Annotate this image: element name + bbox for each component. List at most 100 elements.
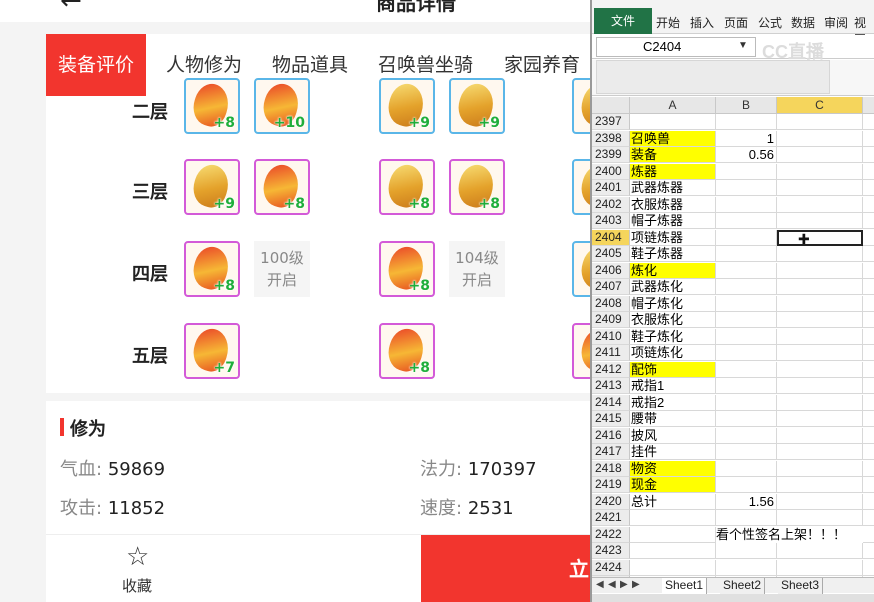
cell-b[interactable] <box>716 543 777 559</box>
gem-item[interactable]: +8 <box>379 323 435 379</box>
cell-a[interactable]: 召唤兽 <box>630 130 716 147</box>
row-number[interactable]: 2411 <box>592 345 630 361</box>
cell-a[interactable]: 总计 <box>630 493 716 510</box>
cell-c[interactable] <box>777 180 863 196</box>
cell-b[interactable] <box>716 114 777 130</box>
cell-c[interactable] <box>777 493 863 510</box>
cell-d[interactable] <box>863 131 874 147</box>
cell-a[interactable] <box>630 543 716 559</box>
cell-a[interactable]: 戒指2 <box>630 394 716 411</box>
gem-item-clipped[interactable] <box>572 241 590 297</box>
sheet-row[interactable]: 2421 <box>592 510 874 526</box>
cell-c[interactable] <box>777 378 863 394</box>
gem-item[interactable]: +8 <box>379 241 435 297</box>
gem-item-clipped[interactable] <box>572 78 590 134</box>
cell-c[interactable] <box>777 262 863 279</box>
cell-d[interactable] <box>863 395 874 411</box>
gem-item[interactable]: +8 <box>184 78 240 134</box>
cell-a[interactable]: 衣服炼器 <box>630 196 716 213</box>
cell-c[interactable] <box>777 361 863 378</box>
chevron-down-icon[interactable]: ▼ <box>738 40 748 51</box>
sheet-row[interactable]: 2412 配饰 <box>592 361 874 378</box>
cell-a[interactable]: 衣服炼化 <box>630 312 716 328</box>
row-number[interactable]: 2402 <box>592 196 630 213</box>
cell-d[interactable] <box>863 312 874 328</box>
tab-home[interactable]: 家园养育 <box>504 34 580 96</box>
row-number[interactable]: 2414 <box>592 394 630 411</box>
formula-input[interactable] <box>596 60 830 94</box>
sheet-tab-3[interactable]: Sheet3 <box>778 578 824 594</box>
cell-c[interactable] <box>777 411 863 427</box>
sheet-row[interactable]: 2417 挂件 <box>592 444 874 460</box>
cell-b[interactable] <box>716 196 777 213</box>
sheet-row[interactable]: 2399 装备 0.56 <box>592 147 874 163</box>
cell-d[interactable] <box>863 527 874 543</box>
cell-b[interactable]: 1.56 <box>716 493 777 510</box>
cell-a[interactable]: 帽子炼化 <box>630 295 716 312</box>
cell-b[interactable] <box>716 312 777 328</box>
gem-item-clipped[interactable] <box>572 323 590 379</box>
sheet-row[interactable]: 2422 看个性签名上架！！！ <box>592 526 874 543</box>
cell-b[interactable] <box>716 427 777 444</box>
cell-a[interactable]: 项链炼器 <box>630 229 716 246</box>
row-number[interactable]: 2403 <box>592 213 630 229</box>
cell-d[interactable] <box>863 114 874 130</box>
row-number[interactable]: 2409 <box>592 312 630 328</box>
cell-b[interactable] <box>716 378 777 394</box>
cell-a[interactable]: 武器炼器 <box>630 180 716 196</box>
sheet-row[interactable]: 2413 戒指1 <box>592 378 874 394</box>
first-sheet-icon[interactable]: ◀ <box>596 579 604 590</box>
cell-a[interactable]: 物资 <box>630 460 716 477</box>
name-box[interactable]: C2404 <box>596 37 756 57</box>
cell-c[interactable] <box>777 460 863 477</box>
cell-d[interactable] <box>863 510 874 526</box>
row-number[interactable]: 2422 <box>592 526 630 543</box>
cell-d[interactable] <box>863 477 874 493</box>
row-number[interactable]: 2404 <box>592 229 630 246</box>
last-sheet-icon[interactable]: ▶ <box>632 579 640 590</box>
cell-b[interactable] <box>716 295 777 312</box>
sheet-row[interactable]: 2402 衣服炼器 <box>592 196 874 213</box>
row-number[interactable]: 2397 <box>592 114 630 130</box>
gem-item[interactable]: +9 <box>449 78 505 134</box>
cell-c[interactable] <box>777 345 863 361</box>
column-header-b[interactable]: B <box>716 97 777 114</box>
sheet-row[interactable]: 2423 <box>592 543 874 559</box>
cell-a[interactable]: 炼器 <box>630 163 716 180</box>
ribbon-tab-insert[interactable]: 插入 <box>690 14 714 31</box>
cell-d[interactable] <box>863 543 874 559</box>
row-number[interactable]: 2421 <box>592 510 630 526</box>
cell-b[interactable] <box>716 510 777 526</box>
cell-c[interactable] <box>777 147 863 163</box>
row-number[interactable]: 2418 <box>592 460 630 477</box>
row-number[interactable]: 2415 <box>592 411 630 427</box>
row-number[interactable]: 2405 <box>592 246 630 262</box>
cell-d[interactable] <box>863 147 874 163</box>
cell-b[interactable] <box>716 213 777 229</box>
row-number[interactable]: 2424 <box>592 559 630 576</box>
cell-a[interactable]: 配饰 <box>630 361 716 378</box>
row-number[interactable]: 2399 <box>592 147 630 163</box>
cell-b[interactable] <box>716 477 777 493</box>
column-header-d[interactable] <box>863 97 874 114</box>
gem-item[interactable]: +8 <box>449 159 505 215</box>
row-number[interactable]: 2423 <box>592 543 630 559</box>
cell-b[interactable]: 1 <box>716 130 777 147</box>
favorite-button[interactable]: 收藏 <box>122 575 152 596</box>
sheet-row[interactable]: 2405 鞋子炼器 <box>592 246 874 262</box>
sheet-row[interactable]: 2419 现金 <box>592 477 874 493</box>
file-tab[interactable]: 文件 <box>594 8 652 34</box>
row-number[interactable]: 2398 <box>592 130 630 147</box>
select-all-corner[interactable] <box>592 97 630 114</box>
cell-d[interactable] <box>863 329 874 345</box>
gem-item[interactable]: +8 <box>184 241 240 297</box>
row-number[interactable]: 2412 <box>592 361 630 378</box>
cell-a[interactable]: 披风 <box>630 427 716 444</box>
cell-c[interactable] <box>777 295 863 312</box>
cell-d[interactable] <box>863 444 874 460</box>
cell-b[interactable]: 0.56 <box>716 147 777 163</box>
prev-sheet-icon[interactable]: ◀ <box>608 579 616 590</box>
cell-b[interactable] <box>716 444 777 460</box>
cell-b[interactable] <box>716 180 777 196</box>
cell-b[interactable] <box>716 279 777 295</box>
